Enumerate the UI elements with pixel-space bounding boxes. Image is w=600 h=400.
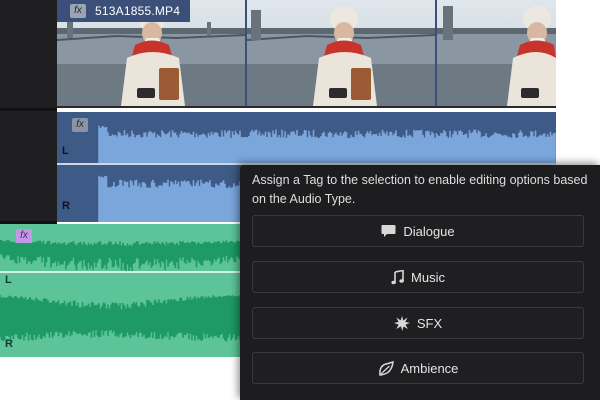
fx-badge-icon[interactable]: fx bbox=[70, 4, 86, 18]
fx-badge-icon[interactable]: fx bbox=[16, 229, 32, 243]
audio-waveform bbox=[0, 239, 242, 342]
dialogue-tag-button[interactable]: Dialogue bbox=[252, 215, 584, 247]
audio-type-tag-panel: Assign a Tag to the selection to enable … bbox=[240, 165, 600, 400]
ambience-label: Ambience bbox=[400, 360, 459, 376]
burst-icon bbox=[393, 315, 410, 331]
video-thumbnail-frame bbox=[247, 0, 435, 106]
channel-right-label: R bbox=[5, 338, 13, 350]
panel-description: Assign a Tag to the selection to enable … bbox=[252, 173, 588, 206]
channel-right-label: R bbox=[62, 200, 70, 212]
audio-clip-tagged[interactable]: fx L R bbox=[0, 224, 242, 357]
music-tag-button[interactable]: Music bbox=[252, 261, 584, 293]
dialogue-label: Dialogue bbox=[403, 223, 455, 239]
channel-left-label: L bbox=[62, 145, 69, 157]
clip-filename: 513A1855.MP4 bbox=[95, 4, 181, 18]
fx-badge-icon[interactable]: fx bbox=[72, 118, 88, 132]
sfx-tag-button[interactable]: SFX bbox=[252, 307, 584, 339]
music-note-icon bbox=[391, 269, 404, 284]
video-clip-label-bar[interactable]: fx 513A1855.MP4 bbox=[57, 0, 190, 22]
music-label: Music bbox=[411, 269, 445, 285]
track-header-divider bbox=[0, 108, 57, 111]
track-headers-panel bbox=[0, 0, 57, 225]
channel-left-label: L bbox=[5, 274, 12, 286]
video-thumbnail-frame bbox=[437, 0, 556, 106]
leaf-icon bbox=[378, 360, 394, 376]
speech-bubble-icon bbox=[381, 225, 396, 237]
sfx-label: SFX bbox=[416, 315, 443, 331]
ambience-tag-button[interactable]: Ambience bbox=[252, 352, 584, 384]
